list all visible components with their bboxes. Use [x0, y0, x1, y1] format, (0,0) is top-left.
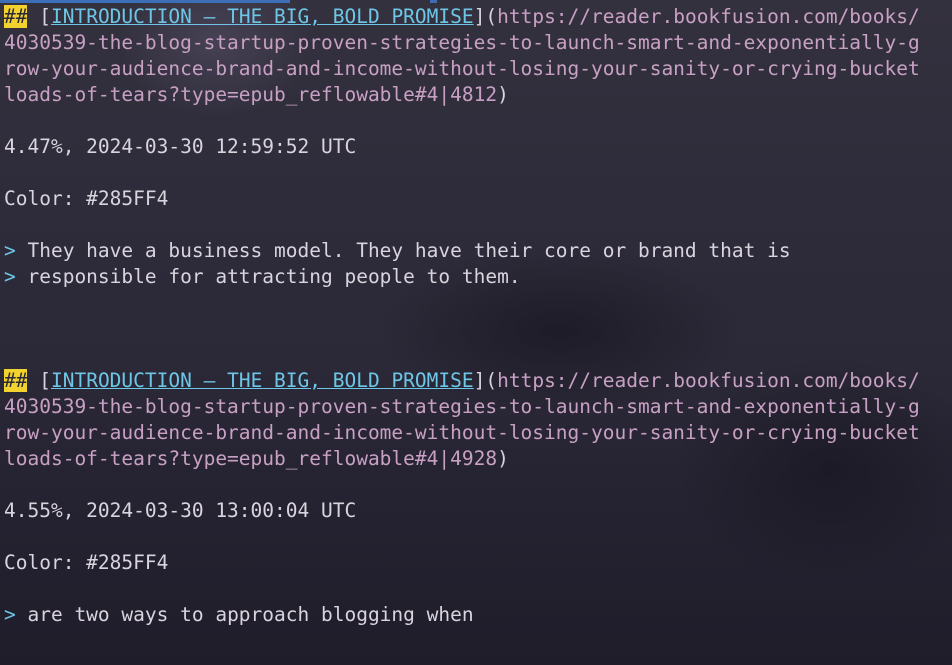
quote-text: are two ways to approach blogging when — [27, 603, 474, 626]
open-bracket: [ — [39, 369, 51, 392]
quote-line: > are two ways to approach blogging when — [4, 602, 952, 628]
book-url-continued[interactable]: 4030539-the-blog-startup-proven-strategi… — [4, 394, 952, 420]
tab-indicator-marker — [430, 0, 437, 3]
quote-text: They have a business model. They have th… — [27, 239, 791, 262]
book-url-continued[interactable]: 4030539-the-blog-startup-proven-strategi… — [4, 30, 952, 56]
chapter-link[interactable]: INTRODUCTION – THE BIG, BOLD PROMISE — [51, 369, 474, 392]
color-value: Color: #285FF4 — [4, 551, 169, 574]
book-url-end[interactable]: loads-of-tears?type=epub_reflowable#4|49… — [4, 447, 497, 470]
book-url[interactable]: https://reader.bookfusion.com/books/ — [497, 369, 920, 392]
quote-text: responsible for attracting people to the… — [27, 265, 521, 288]
quote-line: > They have a business model. They have … — [4, 238, 952, 264]
quote-line: > responsible for attracting people to t… — [4, 264, 952, 290]
progress-timestamp: 4.55%, 2024-03-30 13:00:04 UTC — [4, 499, 357, 522]
heading-marker: ## — [4, 5, 28, 28]
close-bracket: ]( — [473, 369, 498, 392]
quote-marker: > — [4, 265, 28, 288]
close-paren: ) — [497, 83, 509, 106]
quote-marker: > — [4, 239, 28, 262]
book-url[interactable]: https://reader.bookfusion.com/books/ — [497, 5, 920, 28]
entry-heading: ## [INTRODUCTION – THE BIG, BOLD PROMISE… — [4, 368, 952, 394]
chapter-link[interactable]: INTRODUCTION – THE BIG, BOLD PROMISE — [51, 5, 474, 28]
color-value: Color: #285FF4 — [4, 187, 169, 210]
quote-marker: > — [4, 603, 28, 626]
close-paren: ) — [497, 447, 509, 470]
highlight-entry: ## [INTRODUCTION – THE BIG, BOLD PROMISE… — [4, 4, 952, 290]
book-url-continued[interactable]: row-your-audience-brand-and-income-witho… — [4, 56, 952, 82]
close-bracket: ]( — [473, 5, 498, 28]
progress-timestamp: 4.47%, 2024-03-30 12:59:52 UTC — [4, 135, 357, 158]
heading-marker: ## — [4, 369, 28, 392]
entry-heading: ## [INTRODUCTION – THE BIG, BOLD PROMISE… — [4, 4, 952, 30]
book-url-continued[interactable]: row-your-audience-brand-and-income-witho… — [4, 420, 952, 446]
terminal-text-area[interactable]: ## [INTRODUCTION – THE BIG, BOLD PROMISE… — [4, 4, 952, 628]
open-bracket: [ — [39, 5, 51, 28]
tab-indicator — [0, 0, 290, 3]
highlight-entry: ## [INTRODUCTION – THE BIG, BOLD PROMISE… — [4, 368, 952, 628]
book-url-end[interactable]: loads-of-tears?type=epub_reflowable#4|48… — [4, 83, 497, 106]
